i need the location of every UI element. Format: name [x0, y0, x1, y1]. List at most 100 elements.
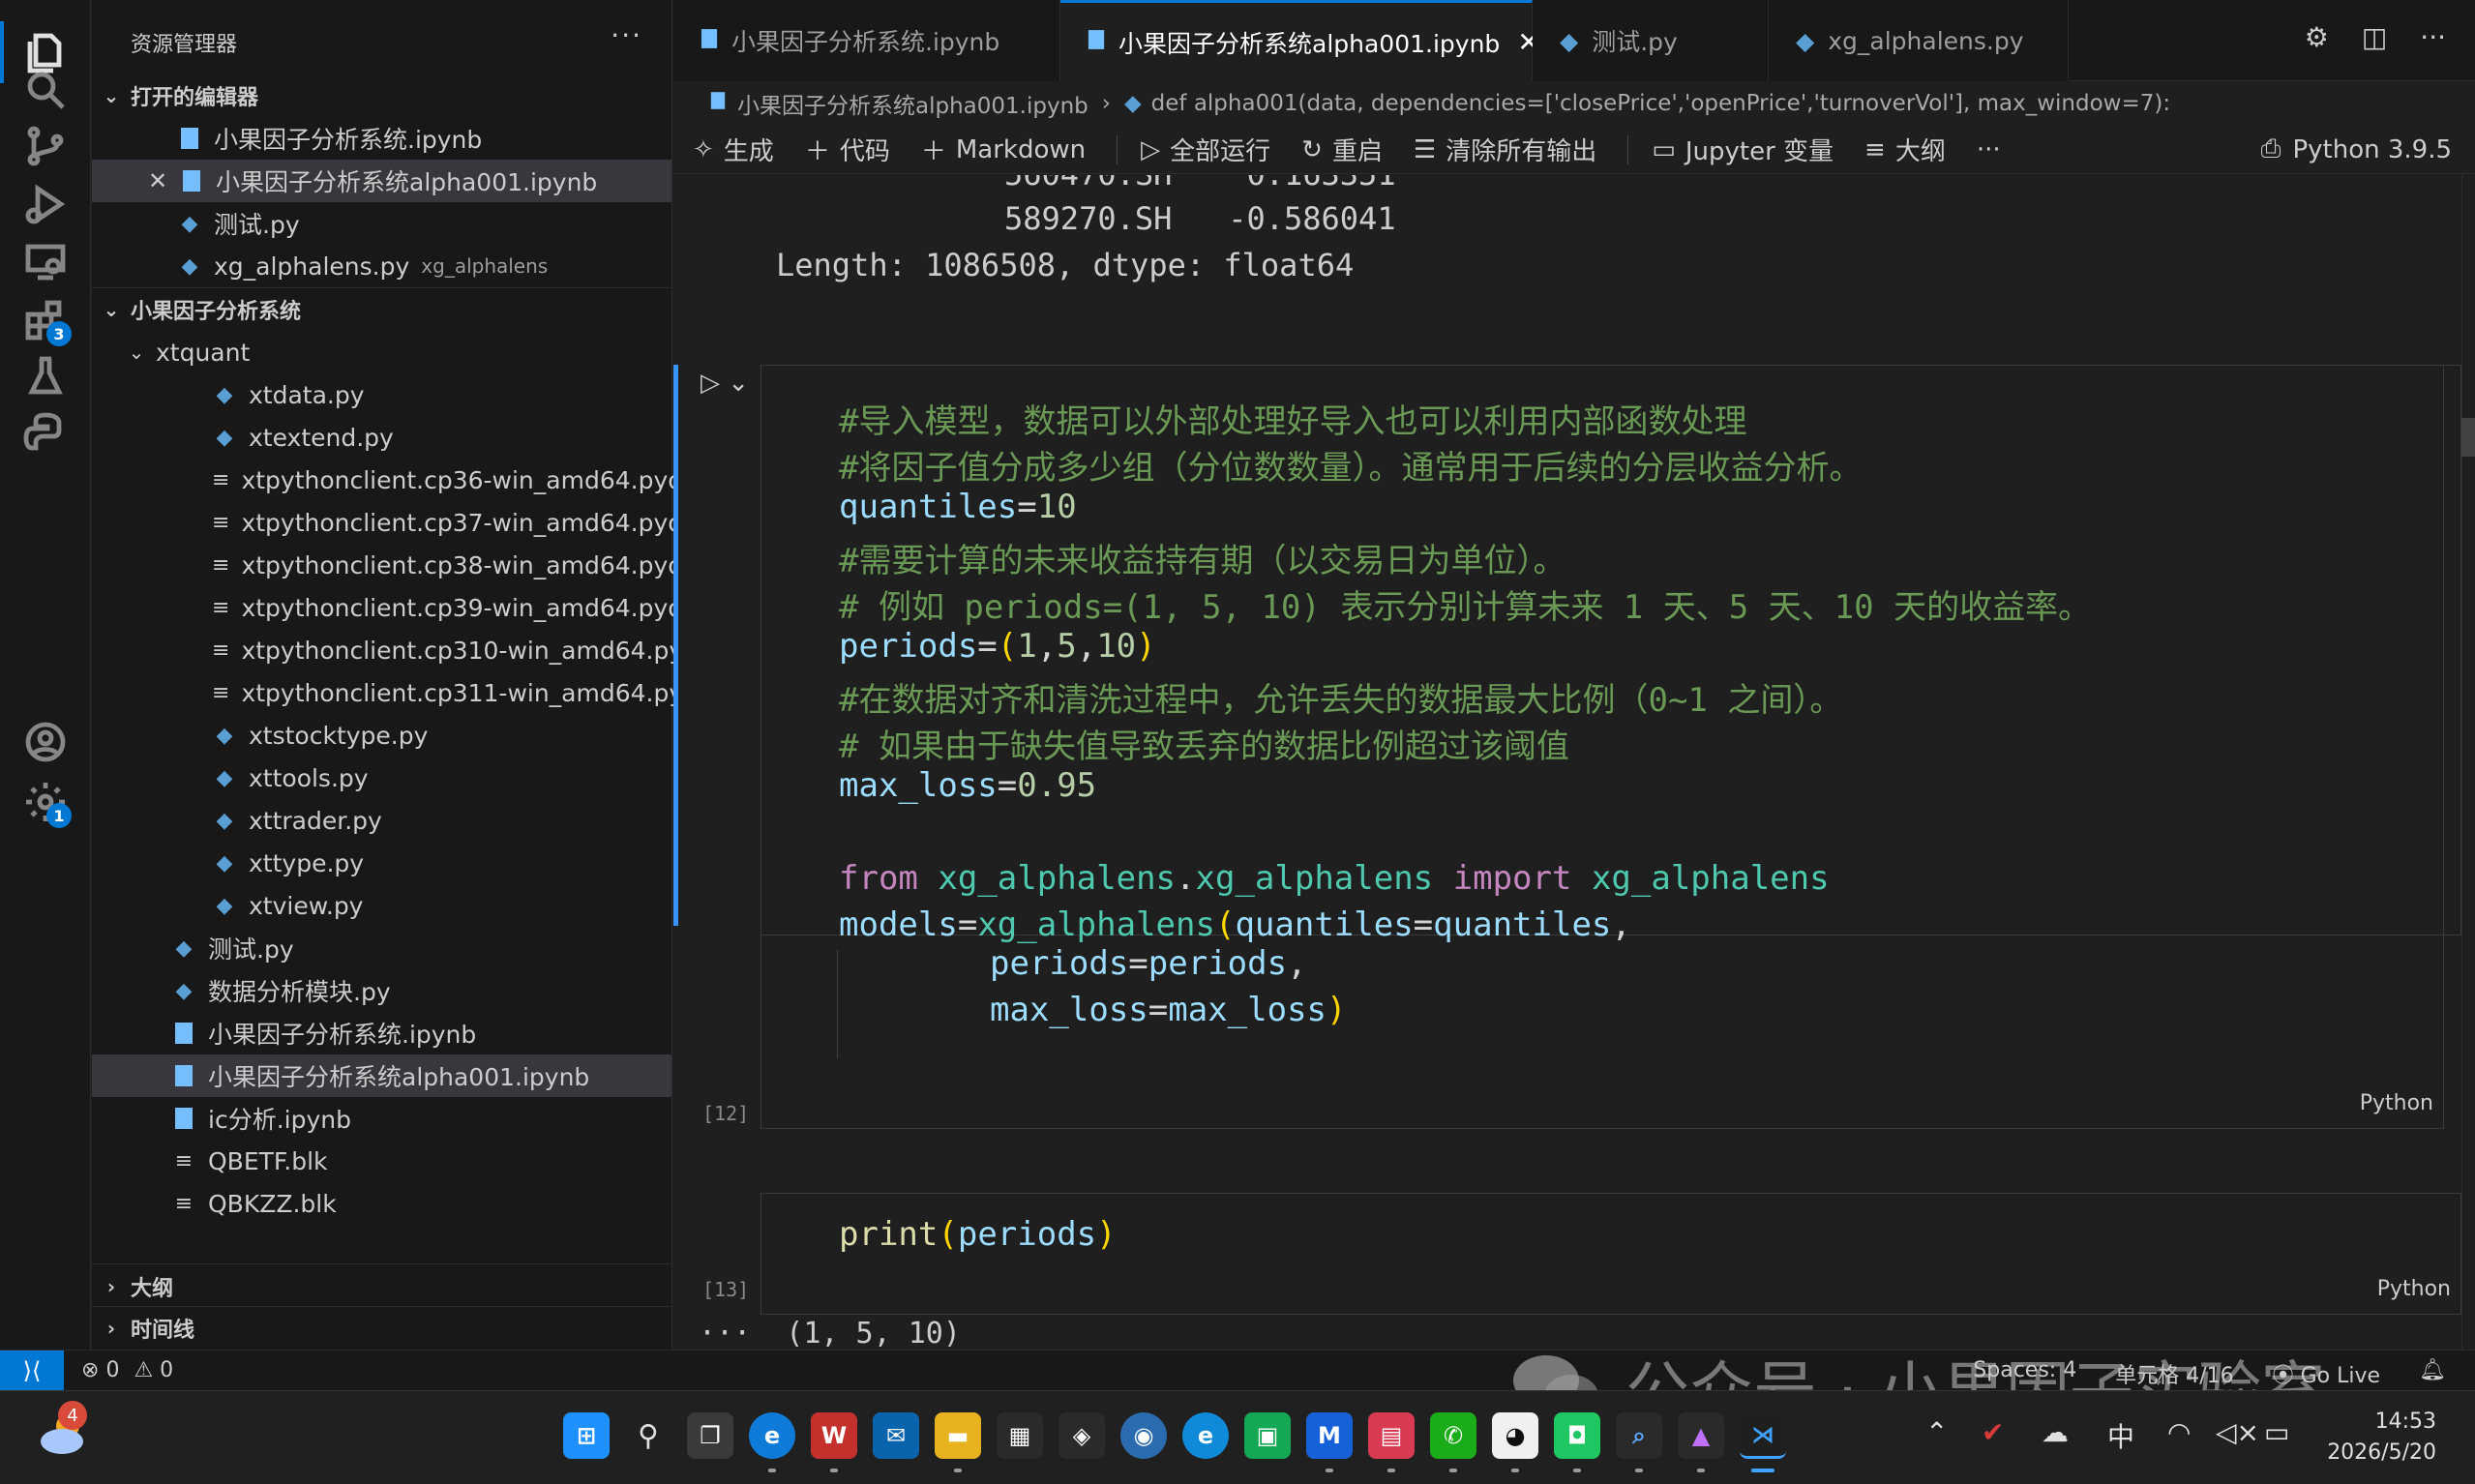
input-method-indicator[interactable]: 中 — [2107, 1416, 2134, 1455]
file-tree-item[interactable]: ◆ xtview.py — [92, 884, 671, 927]
problems-indicator[interactable]: ⊗ 0 ⚠ 0 — [81, 1358, 173, 1382]
account-icon[interactable] — [17, 714, 74, 770]
file-tree-item[interactable]: ◆ xttools.py — [92, 757, 671, 799]
breadcrumb-symbol[interactable]: def alpha001(data, dependencies=['closeP… — [1151, 91, 2170, 116]
tab-label: xg_alphalens.py — [1828, 26, 2024, 55]
wechat-icon[interactable]: ✆ — [1430, 1412, 1476, 1459]
vscode-icon[interactable]: ⋊ — [1740, 1412, 1786, 1459]
tab-xg-alphalens[interactable]: ◆ xg_alphalens.py — [1769, 0, 2069, 81]
wifi-icon[interactable]: ◠ — [2167, 1416, 2191, 1448]
globe-app-icon[interactable]: ◉ — [1120, 1412, 1167, 1459]
chat-app-icon[interactable]: ◘ — [1554, 1412, 1600, 1459]
remote-explorer-icon[interactable] — [17, 234, 74, 290]
file-tree-item[interactable]: ic分析.ipynb — [92, 1097, 671, 1140]
add-markdown-button[interactable]: ＋ Markdown — [921, 132, 1086, 167]
file-tree-item[interactable]: 小果因子分析系统alpha001.ipynb — [92, 1054, 671, 1097]
outlook-icon[interactable]: ✉ — [873, 1412, 919, 1459]
text-file-icon: ≡ — [174, 1148, 194, 1173]
file-tree-item[interactable]: ≡ xtpythonclient.cp38-win_amd64.pyd — [92, 544, 683, 586]
source-control-icon[interactable] — [17, 118, 74, 174]
search-icon[interactable] — [17, 62, 74, 118]
settings-gear-icon[interactable]: 1 — [17, 774, 74, 830]
cell-language-label[interactable]: Python — [2377, 1277, 2451, 1301]
file-tree-item[interactable]: ◆ xtextend.py — [92, 416, 671, 459]
wps-tray-icon[interactable]: ✔ — [1982, 1416, 2004, 1448]
outline-button[interactable]: ≡ 大纲 — [1864, 132, 1946, 167]
extensions-icon[interactable]: 3 — [17, 292, 74, 348]
add-code-button[interactable]: ＋ 代码 — [805, 132, 890, 167]
python-icon[interactable] — [17, 404, 74, 460]
taskbar-search-icon[interactable]: ⚲ — [625, 1412, 671, 1459]
code-comment: #在数据对齐和清洗过程中，允许丢失的数据最大比例（0~1 之间）。 — [839, 681, 1843, 720]
microsoft-store-icon[interactable]: ▦ — [997, 1412, 1043, 1459]
file-tree-item[interactable]: ◆ xtdata.py — [92, 373, 671, 416]
open-editor-item-active[interactable]: ✕ 小果因子分析系统alpha001.ipynb — [92, 160, 671, 202]
file-tree-item[interactable]: ◆ 测试.py — [92, 927, 671, 969]
volume-muted-icon[interactable]: ◁× — [2216, 1416, 2259, 1448]
wps-icon[interactable]: W — [811, 1412, 857, 1459]
split-editor-icon[interactable]: ◫ — [2362, 21, 2387, 53]
editor-scrollbar[interactable] — [2461, 175, 2475, 1350]
more-actions-icon[interactable]: ··· — [611, 19, 642, 51]
battery-icon[interactable]: ▭ — [2264, 1416, 2289, 1448]
scrollbar-thumb[interactable] — [2461, 418, 2475, 457]
file-tree-item[interactable]: ◆ xtstocktype.py — [92, 714, 671, 757]
task-view-icon[interactable]: ❐ — [687, 1412, 733, 1459]
file-tree-item[interactable]: ◆ 数据分析模块.py — [92, 969, 671, 1012]
file-tree-item[interactable]: ≡ QBKZZ.blk — [92, 1182, 671, 1225]
code-cell[interactable]: print(periods) Python — [760, 1193, 2461, 1315]
close-icon[interactable]: ✕ — [144, 167, 171, 194]
remote-indicator-icon[interactable]: ⟩⟨ — [0, 1350, 64, 1391]
clear-outputs-button[interactable]: ☰ 清除所有输出 — [1414, 132, 1596, 167]
open-editors-header[interactable]: ⌄ 打开的编辑器 — [92, 74, 671, 117]
more-icon[interactable]: ··· — [2420, 21, 2446, 53]
jupyter-variables-button[interactable]: ▭ Jupyter 变量 — [1652, 132, 1834, 167]
file-tree-item[interactable]: ≡ QBETF.blk — [92, 1140, 671, 1182]
file-explorer-icon[interactable]: ▬ — [935, 1412, 981, 1459]
panda-app-icon[interactable]: ◕ — [1492, 1412, 1538, 1459]
open-editor-item[interactable]: ◆ 测试.py — [92, 202, 671, 245]
file-tree-item[interactable]: ≡ xtpythonclient.cp310-win_amd64.pyd — [92, 629, 699, 671]
bell-icon[interactable]: 🔔︎ — [2419, 1358, 2446, 1389]
outline-section[interactable]: › 大纲 — [92, 1265, 671, 1308]
toolbar-more-button[interactable]: ··· — [1977, 135, 2001, 164]
tab-notebook-alpha001[interactable]: 小果因子分析系统alpha001.ipynb ✕ — [1060, 0, 1540, 81]
open-editor-item[interactable]: 小果因子分析系统.ipynb — [92, 117, 671, 160]
file-tree-item[interactable]: ◆ xttype.py — [92, 842, 671, 884]
file-tree-item[interactable]: ≡ xtpythonclient.cp36-win_amd64.pyd — [92, 459, 683, 501]
timeline-section[interactable]: › 时间线 — [92, 1307, 671, 1350]
ai-app-icon[interactable]: ▲ — [1678, 1412, 1724, 1459]
search-app-icon[interactable]: ⌕ — [1616, 1412, 1662, 1459]
folder-xtquant[interactable]: ⌄ xtquant — [92, 331, 671, 373]
clear-all-icon: ☰ — [1413, 134, 1437, 164]
cloud-sync-icon[interactable]: ☁ — [2042, 1416, 2069, 1448]
gear-icon[interactable]: ⚙ — [2305, 21, 2329, 53]
edge-browser-icon[interactable]: e — [749, 1412, 795, 1459]
project-folder-header[interactable]: ⌄ 小果因子分析系统 — [92, 288, 671, 331]
run-all-button[interactable]: ▷ 全部运行 — [1141, 132, 1270, 167]
code-cell[interactable]: #导入模型，数据可以外部处理好导入也可以利用内部函数处理 #将因子值分成多少组（… — [760, 365, 2461, 944]
generate-button[interactable]: ✧ 生成 — [693, 132, 774, 167]
edge-dev-icon[interactable]: e — [1182, 1412, 1229, 1459]
m-app-icon[interactable]: M — [1306, 1412, 1353, 1459]
tab-notebook[interactable]: 小果因子分析系统.ipynb — [673, 0, 1060, 81]
open-editor-item[interactable]: ◆ xg_alphalens.py xg_alphalens — [92, 245, 671, 287]
tab-test-py[interactable]: ◆ 测试.py — [1533, 0, 1769, 81]
kernel-picker[interactable]: ⎙ Python 3.9.5 — [2261, 134, 2452, 164]
file-tree-item[interactable]: ≡ xtpythonclient.cp39-win_amd64.pyd — [92, 586, 683, 629]
file-tree-item[interactable]: ◆ xttrader.py — [92, 799, 671, 842]
file-tree-item[interactable]: ≡ xtpythonclient.cp311-win_amd64.pyd — [92, 671, 699, 714]
run-cell-icon[interactable]: ▷ ⌄ — [701, 369, 749, 398]
run-debug-icon[interactable] — [17, 176, 74, 232]
system-clock[interactable]: 14:53 2026/5/20 — [2327, 1407, 2436, 1469]
breadcrumb-file[interactable]: 小果因子分析系统alpha001.ipynb — [737, 87, 1088, 120]
restart-button[interactable]: ↻ 重启 — [1301, 132, 1383, 167]
news-app-icon[interactable]: ▤ — [1368, 1412, 1415, 1459]
file-tree-item[interactable]: ≡ xtpythonclient.cp37-win_amd64.pyd — [92, 501, 683, 544]
file-tree-item[interactable]: 小果因子分析系统.ipynb — [92, 1012, 671, 1054]
testing-icon[interactable] — [17, 348, 74, 404]
tray-overflow-icon[interactable]: ⌃ — [1925, 1416, 1948, 1448]
unity-icon[interactable]: ◈ — [1059, 1412, 1105, 1459]
green-app-icon[interactable]: ▣ — [1244, 1412, 1291, 1459]
start-button-icon[interactable]: ⊞ — [563, 1412, 610, 1459]
